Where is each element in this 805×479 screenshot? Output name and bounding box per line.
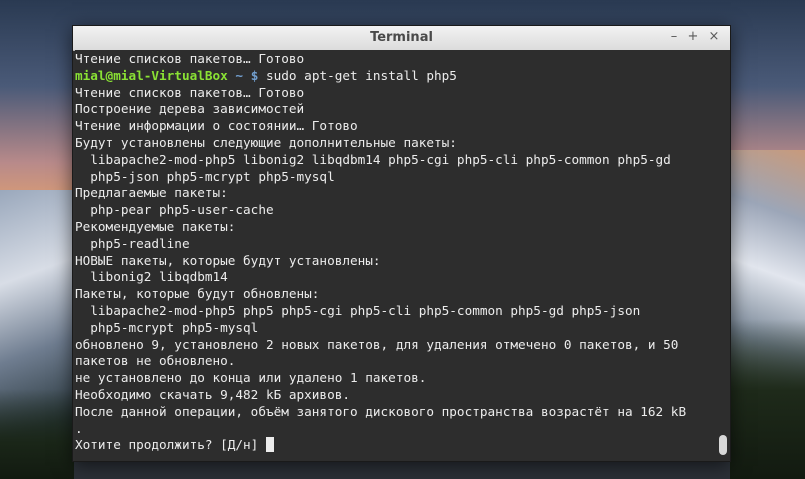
terminal-line: php5-readline xyxy=(75,235,190,251)
wallpaper-trees-right xyxy=(730,319,805,479)
window-titlebar[interactable]: Terminal – + × xyxy=(73,26,730,51)
terminal-line: libonig2 libqdbm14 xyxy=(75,269,228,285)
scrollbar-thumb[interactable] xyxy=(719,435,727,455)
terminal-line: Рекомендуемые пакеты: xyxy=(75,218,236,234)
terminal-prompt-line: mial@mial-VirtualBox ~ $ sudo apt-get in… xyxy=(75,68,716,85)
minimize-icon[interactable]: – xyxy=(666,29,682,45)
terminal-line: Чтение списков пакетов… Готово xyxy=(75,51,305,66)
terminal-line: libapache2-mod-php5 php5 php5-cgi php5-c… xyxy=(75,302,641,318)
terminal-line: php5-mcrypt php5-mysql xyxy=(75,319,259,335)
terminal-line: php5-json php5-mcrypt php5-mysql xyxy=(75,168,335,184)
terminal-line: Чтение списков пакетов… Готово xyxy=(75,84,305,100)
terminal-line: Пакеты, которые будут обновлены: xyxy=(75,286,320,302)
terminal-line: php-pear php5-user-cache xyxy=(75,202,274,218)
prompt-user: mial@mial-VirtualBox xyxy=(75,67,228,83)
terminal-line: пакетов не обновлено. xyxy=(75,353,236,369)
terminal-line: Необходимо скачать 9,482 kБ архивов. xyxy=(75,386,350,402)
terminal-line: обновлено 9, установлено 2 новых пакетов… xyxy=(75,336,679,352)
terminal-line: libapache2-mod-php5 libonig2 libqdbm14 p… xyxy=(75,151,671,167)
maximize-icon[interactable]: + xyxy=(685,29,701,45)
close-icon[interactable]: × xyxy=(706,29,722,45)
wallpaper-trees-left xyxy=(0,389,74,479)
text-cursor xyxy=(265,437,274,453)
terminal-window[interactable]: Terminal – + × Чтение списков пакетов… Г… xyxy=(72,25,731,462)
prompt-path: ~ $ xyxy=(227,67,259,83)
terminal-output[interactable]: Чтение списков пакетов… Готово mial@mial… xyxy=(75,50,716,461)
window-title: Terminal xyxy=(370,30,433,45)
terminal-line: Предлагаемые пакеты: xyxy=(75,185,228,201)
terminal-line: . xyxy=(75,420,83,436)
terminal-line: НОВЫЕ пакеты, которые будут установлены: xyxy=(75,252,381,268)
prompt-command: sudo apt-get install php5 xyxy=(258,67,457,83)
scrollbar[interactable] xyxy=(716,50,730,461)
terminal-line: После данной операции, объём занятого ди… xyxy=(75,403,687,419)
terminal-line: Чтение информации о состоянии… Готово xyxy=(75,118,358,134)
terminal-line: Построение дерева зависимостей xyxy=(75,101,305,117)
terminal-input-line[interactable]: Хотите продолжить? [Д/н] xyxy=(75,437,716,454)
terminal-line: не установлено до конца или удалено 1 па… xyxy=(75,370,427,386)
terminal-line: Будут установлены следующие дополнительн… xyxy=(75,134,457,150)
confirm-prompt: Хотите продолжить? [Д/н] xyxy=(75,437,266,453)
